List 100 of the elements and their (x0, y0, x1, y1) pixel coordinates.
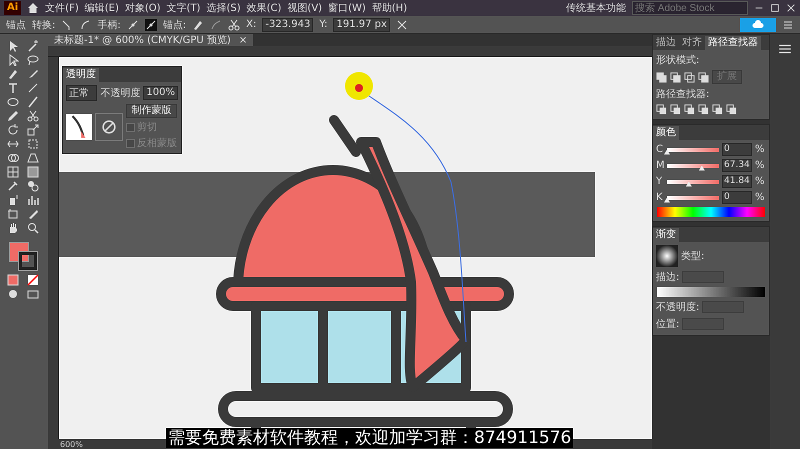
mesh-icon[interactable] (7, 166, 19, 178)
scissors-icon[interactable] (228, 18, 240, 30)
pen-icon[interactable] (7, 68, 19, 80)
screen-mode-icon[interactable] (27, 288, 39, 300)
close-tab-button[interactable]: × (238, 34, 248, 46)
magic-wand-icon[interactable] (27, 40, 39, 52)
color-slider[interactable] (667, 196, 719, 200)
intersect-icon[interactable] (684, 72, 695, 82)
minus-back-icon[interactable] (726, 104, 737, 115)
color-slider[interactable] (667, 180, 719, 184)
outline-icon[interactable] (712, 104, 723, 115)
type-icon[interactable] (7, 82, 19, 94)
rotate-icon[interactable] (7, 124, 19, 136)
home-icon[interactable] (27, 2, 40, 14)
zoom-icon[interactable] (27, 222, 39, 234)
menu-item[interactable]: 视图(V) (287, 1, 322, 15)
trim-icon[interactable] (670, 104, 681, 115)
zoom-level-field[interactable]: 600% (60, 440, 83, 448)
direct-selection-icon[interactable] (7, 54, 19, 66)
gradient-icon[interactable] (27, 166, 39, 178)
hand-icon[interactable] (7, 222, 19, 234)
slice-icon[interactable] (27, 208, 39, 220)
menu-item[interactable]: 文件(F) (45, 1, 79, 15)
section-label: 形状模式: (655, 54, 700, 67)
control-label: 锚点 (6, 18, 26, 32)
y-coordinate-field[interactable]: 191.97 px (333, 18, 390, 32)
divide-icon[interactable] (656, 104, 667, 115)
slider-thumb[interactable] (686, 182, 692, 186)
workspace-switcher[interactable]: 传统基本功能 (566, 1, 626, 15)
channel-value-field[interactable]: 41.84 (722, 175, 752, 188)
stroke-swatch[interactable] (19, 252, 37, 270)
cloud-upload-button[interactable] (740, 18, 776, 32)
make-mask-button[interactable]: 制作蒙版 (126, 104, 177, 118)
slider-thumb[interactable] (664, 150, 670, 154)
menu-icon[interactable] (782, 18, 794, 30)
control-label: Y: (319, 19, 328, 30)
panel-tab[interactable]: 渐变 (653, 228, 679, 242)
panel-tab[interactable]: 描边 (653, 36, 679, 50)
handle-icon[interactable] (144, 18, 157, 30)
unite-icon[interactable] (656, 72, 667, 82)
shape-builder-icon[interactable] (7, 152, 19, 164)
panel-tab[interactable]: 对齐 (679, 36, 705, 50)
menu-item[interactable]: 编辑(E) (84, 1, 119, 15)
minus-front-icon[interactable] (670, 72, 681, 82)
curve-icon[interactable] (210, 18, 222, 30)
panel-tab[interactable]: 透明度 (63, 68, 99, 82)
slider-thumb[interactable] (698, 166, 705, 170)
lasso-icon[interactable] (27, 54, 39, 66)
perspective-icon[interactable] (27, 152, 39, 164)
selection-arrow-icon[interactable] (7, 40, 19, 52)
unit-label: % (755, 192, 765, 203)
free-transform-icon[interactable] (27, 138, 39, 150)
document-title: 未标题-1* @ 600% (CMYK/GPU 预览) (54, 34, 231, 47)
eyedropper-icon[interactable] (7, 180, 19, 192)
line-icon[interactable] (27, 82, 39, 94)
panel-tab[interactable]: 路径查找器 (705, 36, 761, 50)
cloud-icon (752, 18, 764, 30)
channel-value-field[interactable]: 67.34 (722, 159, 752, 172)
handle-icon[interactable] (126, 18, 139, 30)
color-spectrum[interactable] (657, 207, 765, 217)
smooth-anchor-icon[interactable] (79, 18, 92, 30)
close-icon[interactable] (786, 3, 796, 13)
menu-item[interactable]: 窗口(W) (328, 1, 366, 15)
scissors-icon[interactable] (27, 110, 39, 122)
color-mode-icon[interactable] (7, 274, 19, 286)
channel-value-field[interactable]: 0 (722, 143, 752, 156)
pencil-icon[interactable] (7, 110, 19, 122)
color-slider[interactable] (667, 164, 719, 168)
menu-item[interactable]: 文字(T) (166, 1, 200, 15)
blend-mode-dropdown[interactable]: 正常 (66, 85, 98, 101)
bar-graph-icon[interactable] (27, 194, 39, 206)
pen-icon[interactable] (192, 18, 204, 30)
color-slider[interactable] (667, 148, 719, 152)
merge-icon[interactable] (684, 104, 695, 115)
maximize-icon[interactable] (770, 3, 780, 13)
brush-icon[interactable] (27, 68, 39, 80)
panel-menu-icon[interactable] (778, 42, 792, 56)
x-coordinate-field[interactable]: -323.943 (262, 18, 314, 32)
menu-item[interactable]: 帮助(H) (372, 1, 408, 15)
slider-thumb[interactable] (664, 198, 670, 202)
paintbrush-icon[interactable] (27, 96, 39, 108)
control-label: 锚点: (162, 18, 186, 32)
width-icon[interactable] (7, 138, 19, 150)
scale-icon[interactable] (27, 124, 39, 136)
app-logo: Ai (4, 1, 22, 15)
artboard-icon[interactable] (7, 208, 19, 220)
none-color-icon[interactable] (27, 274, 39, 286)
opacity-label: 不透明度: (656, 300, 700, 314)
menu-item[interactable]: 选择(S) (206, 1, 241, 15)
menu-item[interactable]: 对象(O) (124, 1, 161, 15)
document-tab[interactable]: 未标题-1* @ 600% (CMYK/GPU 预览) × (48, 34, 254, 46)
search-field[interactable]: 搜索 Adobe Stock (632, 1, 748, 15)
blend-icon[interactable] (27, 180, 39, 192)
panel-tab[interactable]: 颜色 (653, 126, 679, 140)
exclude-icon[interactable] (698, 72, 709, 82)
ellipse-icon[interactable] (7, 96, 19, 108)
crop-icon[interactable] (698, 104, 709, 115)
channel-value-field[interactable]: 0 (722, 191, 752, 204)
opacity-field[interactable]: 100% (143, 86, 178, 100)
menu-item[interactable]: 效果(C) (246, 1, 282, 15)
